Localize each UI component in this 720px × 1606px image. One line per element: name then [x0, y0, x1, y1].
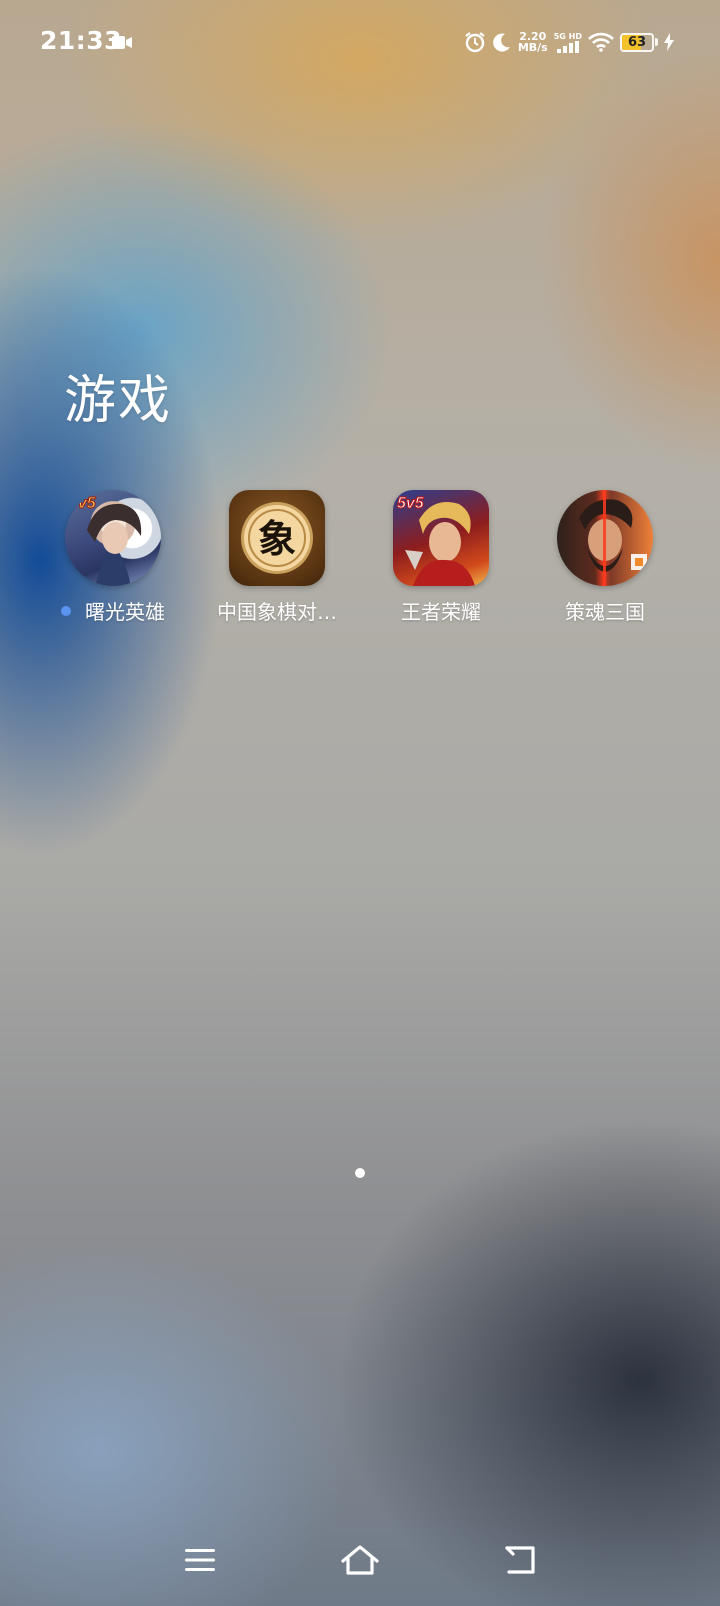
navigation-bar: [0, 1530, 720, 1590]
status-icons: 2.20 MB/s 5G HD 63: [464, 26, 674, 58]
hero-portrait-icon[interactable]: 5v5: [65, 490, 161, 586]
app-label: 策魂三国: [565, 596, 645, 625]
back-button[interactable]: [490, 1530, 550, 1590]
app-name: 王者荣耀: [401, 600, 481, 624]
screen-record-icon: [112, 36, 132, 49]
signal-icon: [556, 40, 579, 53]
app-cehun-sanguo[interactable]: 策魂三国: [525, 490, 685, 625]
home-icon: [341, 1545, 379, 1575]
app-name: 中国象棋对…: [217, 600, 337, 624]
home-button[interactable]: [330, 1530, 390, 1590]
back-icon: [505, 1546, 535, 1574]
app-name: 曙光英雄: [85, 600, 165, 624]
app-label: 中国象棋对…: [217, 596, 337, 625]
speed-unit: MB/s: [517, 41, 548, 54]
chess-piece-art: 象: [241, 502, 313, 574]
page-indicator-dot: [355, 1168, 365, 1178]
network-quality: HD: [568, 31, 582, 41]
moon-icon: [492, 33, 510, 52]
app-name: 策魂三国: [565, 600, 645, 624]
app-badge: 5v5: [397, 495, 425, 512]
alarm-icon: [465, 32, 485, 53]
network-type: 5G: [553, 31, 566, 41]
network-indicator: 5G HD: [554, 32, 582, 53]
badge-art: 5v5: [397, 495, 426, 513]
status-bar: 21:33 2.20 MB/s 5G HD 63: [0, 0, 720, 86]
battery-level: 63: [627, 34, 647, 50]
warrior-portrait-icon[interactable]: [557, 490, 653, 586]
badge-art: 5v5: [69, 495, 98, 513]
folder-title: 游戏: [64, 371, 173, 431]
app-chinese-chess[interactable]: 象 中国象棋对…: [197, 490, 357, 625]
menu-button[interactable]: [170, 1530, 230, 1590]
app-wangzhe-rongyao[interactable]: 5v5 王者荣耀: [361, 490, 521, 625]
battery-tip: [655, 38, 658, 46]
warrior-art: [579, 490, 647, 586]
menu-icon: [185, 1549, 215, 1571]
app-badge: 5v5: [69, 495, 97, 512]
app-label: 王者荣耀: [401, 596, 481, 625]
charging-icon: [664, 33, 674, 51]
chess-piece-icon[interactable]: 象: [229, 490, 325, 586]
status-time: 21:33: [40, 26, 123, 55]
network-speed: 2.20 MB/s: [518, 31, 548, 53]
battery-icon: 63: [620, 32, 654, 52]
app-label: 曙光英雄: [61, 596, 165, 625]
new-indicator-dot: [61, 605, 71, 616]
app-shuguang-yingxiong[interactable]: 5v5 曙光英雄: [33, 490, 193, 625]
hero-portrait-icon[interactable]: 5v5: [393, 490, 489, 586]
wifi-icon: [588, 32, 614, 52]
chess-glyph: 象: [258, 516, 296, 561]
